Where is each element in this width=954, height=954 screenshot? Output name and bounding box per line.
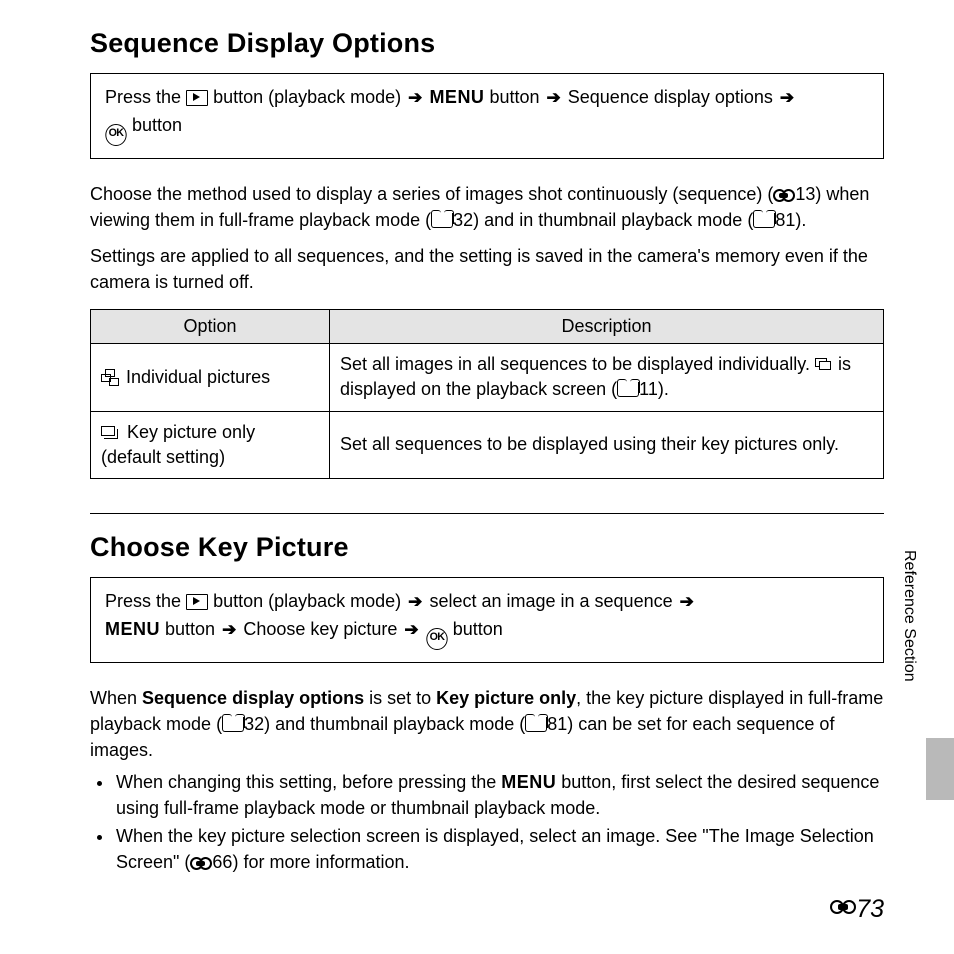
menu-label: MENU bbox=[501, 772, 556, 792]
text: Key picture only bbox=[122, 422, 255, 442]
paragraph: Choose the method used to display a seri… bbox=[90, 181, 884, 233]
section-title-choose-key-picture: Choose Key Picture bbox=[90, 532, 884, 563]
text: Individual pictures bbox=[121, 367, 270, 387]
text: When changing this setting, before press… bbox=[116, 772, 501, 792]
table-cell-option: Key picture only (default setting) bbox=[91, 411, 330, 478]
book-page-icon bbox=[222, 717, 244, 732]
reference-section-icon bbox=[773, 187, 795, 203]
bold-text: Key picture only bbox=[436, 688, 576, 708]
arrow-icon: ➔ bbox=[778, 85, 796, 111]
side-label-reference-section: Reference Section bbox=[900, 550, 918, 682]
arrow-icon: ➔ bbox=[678, 589, 696, 615]
text: select an image in a sequence bbox=[429, 591, 677, 611]
text: button (playback mode) bbox=[213, 87, 406, 107]
text: 11). bbox=[639, 379, 669, 399]
text: is set to bbox=[364, 688, 436, 708]
arrow-icon: ➔ bbox=[545, 85, 563, 111]
arrow-icon: ➔ bbox=[406, 85, 424, 111]
table-cell-description: Set all sequences to be displayed using … bbox=[330, 411, 884, 478]
playback-button-icon bbox=[186, 90, 208, 106]
sequence-stack-icon bbox=[815, 358, 833, 372]
ok-button-icon: OK bbox=[426, 628, 447, 650]
table-header-option: Option bbox=[91, 310, 330, 344]
text: 66) for more information. bbox=[212, 852, 409, 872]
book-page-icon bbox=[525, 717, 547, 732]
list-item: When the key picture selection screen is… bbox=[114, 823, 884, 875]
table-row: Key picture only (default setting) Set a… bbox=[91, 411, 884, 478]
table-cell-description: Set all images in all sequences to be di… bbox=[330, 344, 884, 411]
text: button (playback mode) bbox=[213, 591, 406, 611]
text: 81). bbox=[775, 210, 806, 230]
section-title-sequence-display: Sequence Display Options bbox=[90, 28, 884, 59]
table-cell-option: Individual pictures bbox=[91, 344, 330, 411]
arrow-icon: ➔ bbox=[406, 589, 424, 615]
text: 32) and thumbnail playback mode ( bbox=[244, 714, 525, 734]
bullet-list: When changing this setting, before press… bbox=[90, 769, 884, 875]
paragraph: When Sequence display options is set to … bbox=[90, 685, 884, 763]
book-page-icon bbox=[431, 213, 453, 228]
text: Choose key picture bbox=[243, 619, 402, 639]
options-table: Option Description Individual pictures S… bbox=[90, 309, 884, 479]
manual-page: Sequence Display Options Press the butto… bbox=[0, 0, 954, 954]
text: button bbox=[165, 619, 220, 639]
ok-button-icon: OK bbox=[105, 124, 126, 146]
text: (default setting) bbox=[101, 447, 225, 467]
text: button bbox=[453, 619, 503, 639]
playback-button-icon bbox=[186, 594, 208, 610]
list-item: When changing this setting, before press… bbox=[114, 769, 884, 821]
page-number-value: 73 bbox=[856, 895, 884, 923]
individual-pictures-icon bbox=[101, 369, 119, 385]
table-row: Individual pictures Set all images in al… bbox=[91, 344, 884, 411]
navigation-path-box-2: Press the button (playback mode) ➔ selec… bbox=[90, 577, 884, 663]
text: Set all images in all sequences to be di… bbox=[340, 354, 815, 374]
text: Choose the method used to display a seri… bbox=[90, 184, 773, 204]
section-separator bbox=[90, 513, 884, 514]
page-number: 73 bbox=[830, 895, 884, 924]
paragraph: Settings are applied to all sequences, a… bbox=[90, 243, 884, 295]
text: Press the bbox=[105, 87, 186, 107]
text: 32) and in thumbnail playback mode ( bbox=[453, 210, 753, 230]
menu-label: MENU bbox=[429, 87, 484, 107]
text: button bbox=[132, 115, 182, 135]
reference-section-icon bbox=[190, 855, 212, 871]
reference-section-icon bbox=[830, 897, 856, 915]
menu-label: MENU bbox=[105, 619, 160, 639]
key-picture-icon bbox=[101, 426, 121, 440]
text: Press the bbox=[105, 591, 186, 611]
navigation-path-box-1: Press the button (playback mode) ➔ MENU … bbox=[90, 73, 884, 159]
arrow-icon: ➔ bbox=[220, 617, 238, 643]
text: Sequence display options bbox=[568, 87, 778, 107]
side-tab bbox=[926, 738, 954, 800]
book-page-icon bbox=[753, 213, 775, 228]
arrow-icon: ➔ bbox=[402, 617, 420, 643]
bold-text: Sequence display options bbox=[142, 688, 364, 708]
text: When bbox=[90, 688, 142, 708]
text: button bbox=[489, 87, 544, 107]
table-header-description: Description bbox=[330, 310, 884, 344]
book-page-icon bbox=[617, 382, 639, 397]
